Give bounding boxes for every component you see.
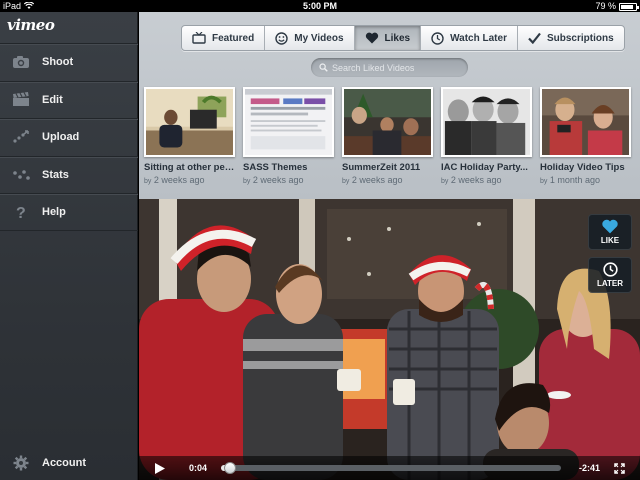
sidebar-item-label: Shoot: [42, 56, 74, 69]
video-meta: by 2 weeks ago: [441, 175, 532, 185]
seek-handle[interactable]: [223, 462, 236, 474]
video-thumbnail[interactable]: [441, 87, 532, 157]
clock-icon: [602, 262, 618, 277]
gear-icon: [0, 455, 42, 471]
sidebar-item-help[interactable]: ? Help: [0, 193, 138, 231]
video-thumbnail[interactable]: [342, 87, 433, 157]
tab-featured[interactable]: Featured: [182, 26, 266, 50]
video-title[interactable]: Holiday Video Tips: [540, 162, 631, 173]
watch-later-button[interactable]: LATER: [588, 257, 632, 293]
smiley-icon: [275, 31, 288, 45]
battery-percent: 79 %: [595, 1, 616, 11]
sidebar-item-stats[interactable]: Stats: [0, 155, 138, 194]
fullscreen-button[interactable]: [614, 462, 625, 474]
status-bar: iPad 5:00 PM 79 %: [0, 0, 640, 12]
sidebar-item-label: Help: [42, 205, 66, 218]
sidebar-item-upload[interactable]: Upload: [0, 118, 138, 156]
search-bar: [311, 58, 468, 77]
tab-likes[interactable]: Likes: [354, 26, 422, 50]
sidebar-item-account[interactable]: Account: [0, 446, 138, 480]
video-byline: by: [342, 178, 350, 185]
video-age: 1 month ago: [549, 175, 600, 185]
play-button[interactable]: [155, 462, 175, 474]
play-icon: [155, 462, 165, 474]
tab-label: Watch Later: [450, 32, 507, 44]
heart-icon: [365, 32, 378, 44]
sidebar-item-edit[interactable]: Edit: [0, 80, 138, 119]
video-card[interactable]: SummerZeit 2011 by 2 weeks ago: [342, 87, 433, 185]
status-time: 5:00 PM: [302, 1, 337, 11]
sidebar-item-shoot[interactable]: Shoot: [0, 43, 138, 81]
tab-label: Subscriptions: [546, 32, 614, 44]
vimeo-logo: vimeo: [7, 16, 55, 34]
video-byline: by: [540, 178, 548, 185]
tab-watch-later[interactable]: Watch Later: [421, 26, 518, 50]
status-right: 79 %: [595, 0, 639, 12]
tab-label: Featured: [212, 32, 255, 44]
video-meta: by 2 weeks ago: [243, 175, 334, 185]
video-meta: by 1 month ago: [540, 175, 631, 185]
video-card[interactable]: IAC Holiday Party... by 2 weeks ago: [441, 87, 532, 185]
seek-bar[interactable]: [221, 462, 561, 474]
video-card[interactable]: SASS Themes by 2 weeks ago: [243, 87, 334, 185]
tab-my-videos[interactable]: My Videos: [265, 26, 355, 50]
tab-subscriptions[interactable]: Subscriptions: [518, 26, 624, 50]
video-title[interactable]: SummerZeit 2011: [342, 162, 433, 173]
search-icon: [319, 63, 328, 72]
upload-icon: [0, 130, 42, 144]
search-input[interactable]: [332, 62, 462, 73]
like-button[interactable]: LIKE: [588, 214, 632, 250]
heart-icon: [602, 219, 618, 234]
tab-label: My Videos: [294, 32, 344, 44]
browse-panel: Featured My Videos Likes Watch Later Sub…: [139, 12, 640, 199]
sidebar-item-label: Stats: [42, 168, 69, 181]
sidebar-item-label: Edit: [42, 93, 63, 106]
stats-icon: [0, 168, 42, 182]
remaining-time: -2:41: [579, 463, 601, 473]
sidebar-item-label: Upload: [42, 131, 80, 144]
svg-text:?: ?: [16, 205, 26, 220]
camera-icon: [0, 55, 42, 69]
video-title[interactable]: SASS Themes: [243, 162, 334, 173]
video-title[interactable]: Sitting at other peo...: [144, 162, 235, 173]
video-player[interactable]: LIKE LATER 0:04 -2:41: [139, 199, 640, 480]
clapperboard-icon: [0, 92, 42, 107]
sidebar-nav: Shoot Edit Upload Stats ? Help: [0, 43, 138, 231]
video-thumbnail[interactable]: [243, 87, 334, 157]
video-thumbnail[interactable]: [144, 87, 235, 157]
checkmark-icon: [528, 32, 541, 44]
category-tabs: Featured My Videos Likes Watch Later Sub…: [181, 25, 625, 51]
video-title[interactable]: IAC Holiday Party...: [441, 162, 532, 173]
clock-icon: [431, 31, 444, 45]
video-card[interactable]: Holiday Video Tips by 1 month ago: [540, 87, 631, 185]
like-label: LIKE: [600, 236, 620, 245]
video-list: Sitting at other peo... by 2 weeks ago S…: [144, 87, 640, 185]
battery-icon: [619, 3, 639, 11]
later-label: LATER: [596, 279, 624, 288]
sidebar: vimeo Shoot Edit Upload Stats ? Help Acc…: [0, 12, 138, 480]
video-age: 2 weeks ago: [252, 175, 304, 185]
player-controls: 0:04 -2:41: [139, 456, 640, 480]
video-byline: by: [243, 178, 251, 185]
video-card[interactable]: Sitting at other peo... by 2 weeks ago: [144, 87, 235, 185]
tv-icon: [192, 32, 206, 44]
help-icon: ?: [0, 204, 42, 220]
video-meta: by 2 weeks ago: [342, 175, 433, 185]
video-frame: [139, 199, 640, 480]
fullscreen-icon: [614, 462, 625, 474]
video-age: 2 weeks ago: [153, 175, 205, 185]
video-byline: by: [441, 178, 449, 185]
current-time: 0:04: [189, 463, 208, 473]
video-age: 2 weeks ago: [450, 175, 502, 185]
video-thumbnail[interactable]: [540, 87, 631, 157]
video-byline: by: [144, 178, 152, 185]
video-meta: by 2 weeks ago: [144, 175, 235, 185]
video-age: 2 weeks ago: [351, 175, 403, 185]
tab-label: Likes: [384, 32, 411, 44]
account-label: Account: [42, 457, 86, 469]
